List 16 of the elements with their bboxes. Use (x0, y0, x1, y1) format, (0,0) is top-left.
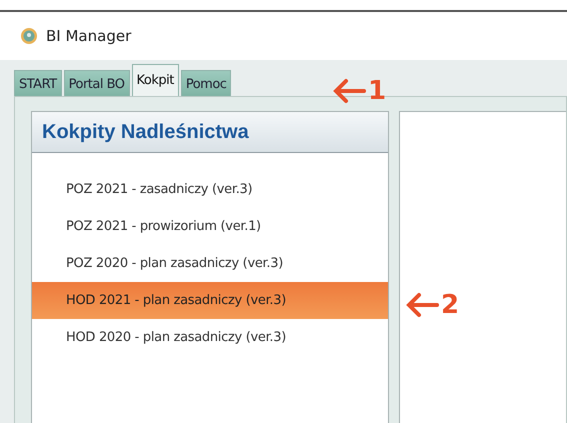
arrow-icon (405, 292, 439, 318)
arrow-icon (332, 78, 366, 104)
list-item[interactable]: POZ 2021 - zasadniczy (ver.3) (32, 171, 388, 208)
callout-number: 2 (441, 290, 460, 320)
list-item[interactable]: POZ 2021 - prowizorium (ver.1) (32, 208, 388, 245)
window-title: BI Manager (46, 27, 132, 45)
panel-title: Kokpity Nadleśnictwa (42, 120, 249, 144)
list-item[interactable]: HOD 2021 - plan zasadniczy (ver.3) (32, 282, 388, 319)
app-logo-icon (20, 27, 38, 45)
tab[interactable]: Pomoc (180, 70, 232, 96)
tab[interactable]: Portal BO (64, 70, 130, 96)
list-item[interactable]: POZ 2020 - plan zasadniczy (ver.3) (32, 245, 388, 282)
callout-number: 1 (368, 76, 386, 106)
tab[interactable]: Kokpit (132, 64, 179, 96)
tab[interactable]: START (14, 70, 62, 96)
list-item[interactable]: HOD 2020 - plan zasadniczy (ver.3) (32, 319, 388, 356)
